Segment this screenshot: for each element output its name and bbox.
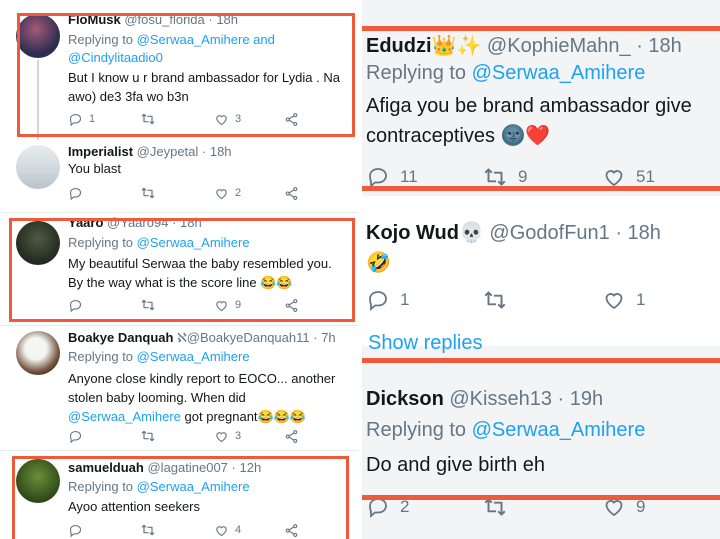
reply-icon: [68, 186, 83, 201]
handle[interactable]: @Kisseh13: [449, 388, 552, 410]
like-count: 1: [636, 290, 646, 309]
tweet-text-line: Do and give birth eh: [366, 454, 546, 476]
replying-to: Replying to @Serwaa_Amihere: [366, 62, 645, 85]
tweet-header: Imperialist @Jeypetal · 18h: [68, 144, 232, 159]
like-count: 3: [235, 430, 242, 442]
mention-link[interactable]: @Serwaa_Amihere: [68, 409, 181, 424]
share-button[interactable]: [284, 427, 299, 445]
mention-link[interactable]: @Serwaa_Amihere: [472, 419, 646, 441]
reply-icon: [68, 429, 83, 444]
display-name[interactable]: Kojo Wud💀: [366, 222, 484, 244]
share-icon: [284, 186, 299, 201]
handle[interactable]: @KophieMahn_: [487, 35, 631, 57]
tweet-text: Anyone close kindly report to EOCO... an…: [68, 369, 353, 426]
like-count: 9: [636, 497, 646, 516]
like-icon: [214, 429, 229, 444]
share-button[interactable]: [284, 184, 299, 202]
tweet-text-line: Anyone close kindly report to EOCO... an…: [68, 371, 336, 386]
reply-button[interactable]: [68, 427, 89, 445]
display-name[interactable]: Boakye Danquah: [68, 330, 173, 345]
like-button[interactable]: 2: [214, 184, 241, 202]
replying-label: Replying to: [366, 62, 472, 84]
tweet-text: You blast: [68, 159, 353, 178]
tweet-kojo[interactable]: Kojo Wud💀 @GodofFun1 · 18h 🤣 1 1 Show re…: [362, 196, 720, 354]
tweet-imperialist[interactable]: Imperialist @Jeypetal · 18h You blast 2: [0, 140, 358, 212]
tweet-text-fragment: got pregnant😂😂😂: [180, 409, 307, 424]
right-screenshot: Edudzi👑✨ @KophieMahn_ · 18h Replying to …: [362, 0, 720, 539]
like-icon: [214, 186, 229, 201]
reply-button[interactable]: [68, 184, 89, 202]
tweet-header: Dickson @Kisseh13 · 19h: [366, 388, 603, 411]
display-name[interactable]: Edudzi👑✨: [366, 35, 481, 57]
highlight-bar: [362, 495, 720, 500]
retweet-icon: [482, 287, 508, 313]
replying-to: Replying to @Serwaa_Amihere: [68, 349, 250, 364]
share-icon: [284, 429, 299, 444]
tweet-header: Kojo Wud💀 @GodofFun1 · 18h: [366, 220, 661, 245]
replying-label: Replying to: [68, 349, 137, 364]
tweet-text-line: contraceptives 🌚❤️: [366, 125, 551, 147]
tweet-text-line: Afiga you be brand ambassador give: [366, 95, 692, 117]
display-name[interactable]: Dickson: [366, 388, 444, 410]
like-count: 2: [235, 187, 242, 199]
tweet-header: Edudzi👑✨ @KophieMahn_ · 18h: [366, 33, 682, 58]
highlight-box: [17, 13, 355, 137]
reply-count: 2: [400, 497, 410, 516]
tweet-text-line: stolen baby looming. When did: [68, 390, 246, 405]
tweet-text: 🤣: [366, 248, 716, 278]
like-icon: [602, 288, 626, 312]
reply-count: 11: [400, 167, 418, 186]
retweet-count: 9: [518, 167, 528, 186]
tweet-actions: 1 1: [366, 287, 696, 313]
display-name[interactable]: Imperialist: [68, 144, 133, 159]
tweet-boakye[interactable]: Boakye Danquah ℵ@BoakyeDanquah11 · 7h Re…: [0, 326, 358, 450]
handle[interactable]: @BoakyeDanquah11: [187, 330, 310, 345]
handle[interactable]: @GodofFun1: [489, 222, 609, 244]
like-button[interactable]: 3: [214, 427, 241, 445]
tweet-edudzi[interactable]: Edudzi👑✨ @KophieMahn_ · 18h Replying to …: [362, 31, 720, 187]
tweet-text-line: @Serwaa_Amihere got pregnant😂😂😂: [68, 407, 353, 426]
tweet-actions: 3: [68, 427, 318, 445]
retweet-button[interactable]: [140, 184, 162, 202]
like-button[interactable]: 1: [602, 287, 645, 313]
retweet-icon: [140, 428, 156, 444]
show-replies-link[interactable]: Show replies: [368, 332, 483, 355]
left-screenshot: FloMusk @fosu_florida · 18h Replying to …: [0, 0, 358, 539]
handle[interactable]: @Jeypetal: [137, 144, 199, 159]
tweet-dickson[interactable]: Dickson @Kisseh13 · 19h Replying to @Ser…: [362, 363, 720, 539]
tweet-actions: 2: [68, 184, 318, 202]
highlight-box: [9, 218, 355, 322]
retweet-icon: [140, 185, 156, 201]
avatar[interactable]: [16, 145, 60, 189]
tweet-text-line: 🤣: [366, 252, 391, 274]
retweet-button[interactable]: [482, 287, 518, 313]
avatar[interactable]: [16, 331, 60, 375]
timestamp[interactable]: · 18h: [202, 144, 232, 159]
timestamp[interactable]: · 19h: [558, 388, 604, 410]
timestamp[interactable]: · 18h: [615, 222, 661, 244]
tweet-text: Afiga you be brand ambassador give contr…: [366, 91, 716, 151]
replying-label: Replying to: [366, 419, 472, 441]
reply-icon: [366, 288, 390, 312]
timestamp[interactable]: · 7h: [313, 330, 335, 345]
like-count: 51: [636, 167, 655, 186]
tweet-text: Do and give birth eh: [366, 450, 716, 480]
tweet-header: Boakye Danquah ℵ@BoakyeDanquah11 · 7h: [68, 330, 336, 346]
verified-badge: ℵ: [177, 330, 187, 345]
highlight-box: [12, 456, 349, 539]
reply-count: 1: [400, 290, 410, 309]
highlight-bar: [362, 186, 720, 191]
tweet-text-line: You blast: [68, 161, 122, 176]
timestamp[interactable]: · 18h: [636, 35, 682, 57]
reply-button[interactable]: 1: [366, 287, 409, 313]
retweet-button[interactable]: [140, 427, 162, 445]
mention-link[interactable]: @Serwaa_Amihere: [472, 62, 646, 84]
replying-to: Replying to @Serwaa_Amihere: [366, 419, 645, 442]
mention-link[interactable]: @Serwaa_Amihere: [137, 349, 250, 364]
